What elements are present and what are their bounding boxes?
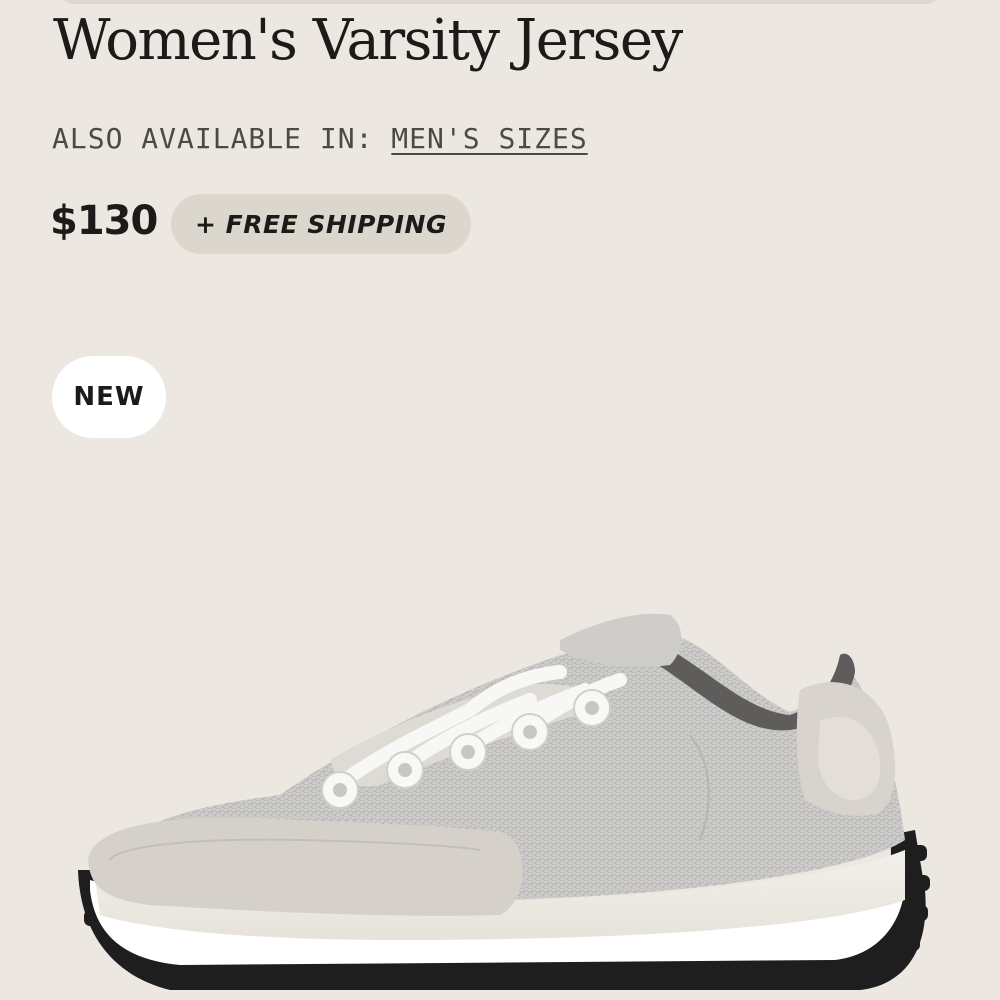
also-available-row: ALSO AVAILABLE IN: MEN'S SIZES	[52, 122, 588, 155]
free-shipping-badge: + FREE SHIPPING	[171, 194, 471, 254]
free-shipping-label: + FREE SHIPPING	[195, 209, 447, 239]
product-price: $130	[50, 198, 158, 244]
new-badge-label: NEW	[73, 382, 145, 412]
also-available-label: ALSO AVAILABLE IN:	[52, 122, 374, 155]
mens-sizes-link[interactable]: MEN'S SIZES	[391, 122, 587, 155]
product-page: Women's Varsity Jersey ALSO AVAILABLE IN…	[0, 0, 1000, 1000]
new-badge: NEW	[52, 356, 166, 438]
top-bar	[58, 0, 942, 4]
sneaker-image	[78, 613, 930, 990]
product-title: Women's Varsity Jersey	[53, 8, 683, 73]
